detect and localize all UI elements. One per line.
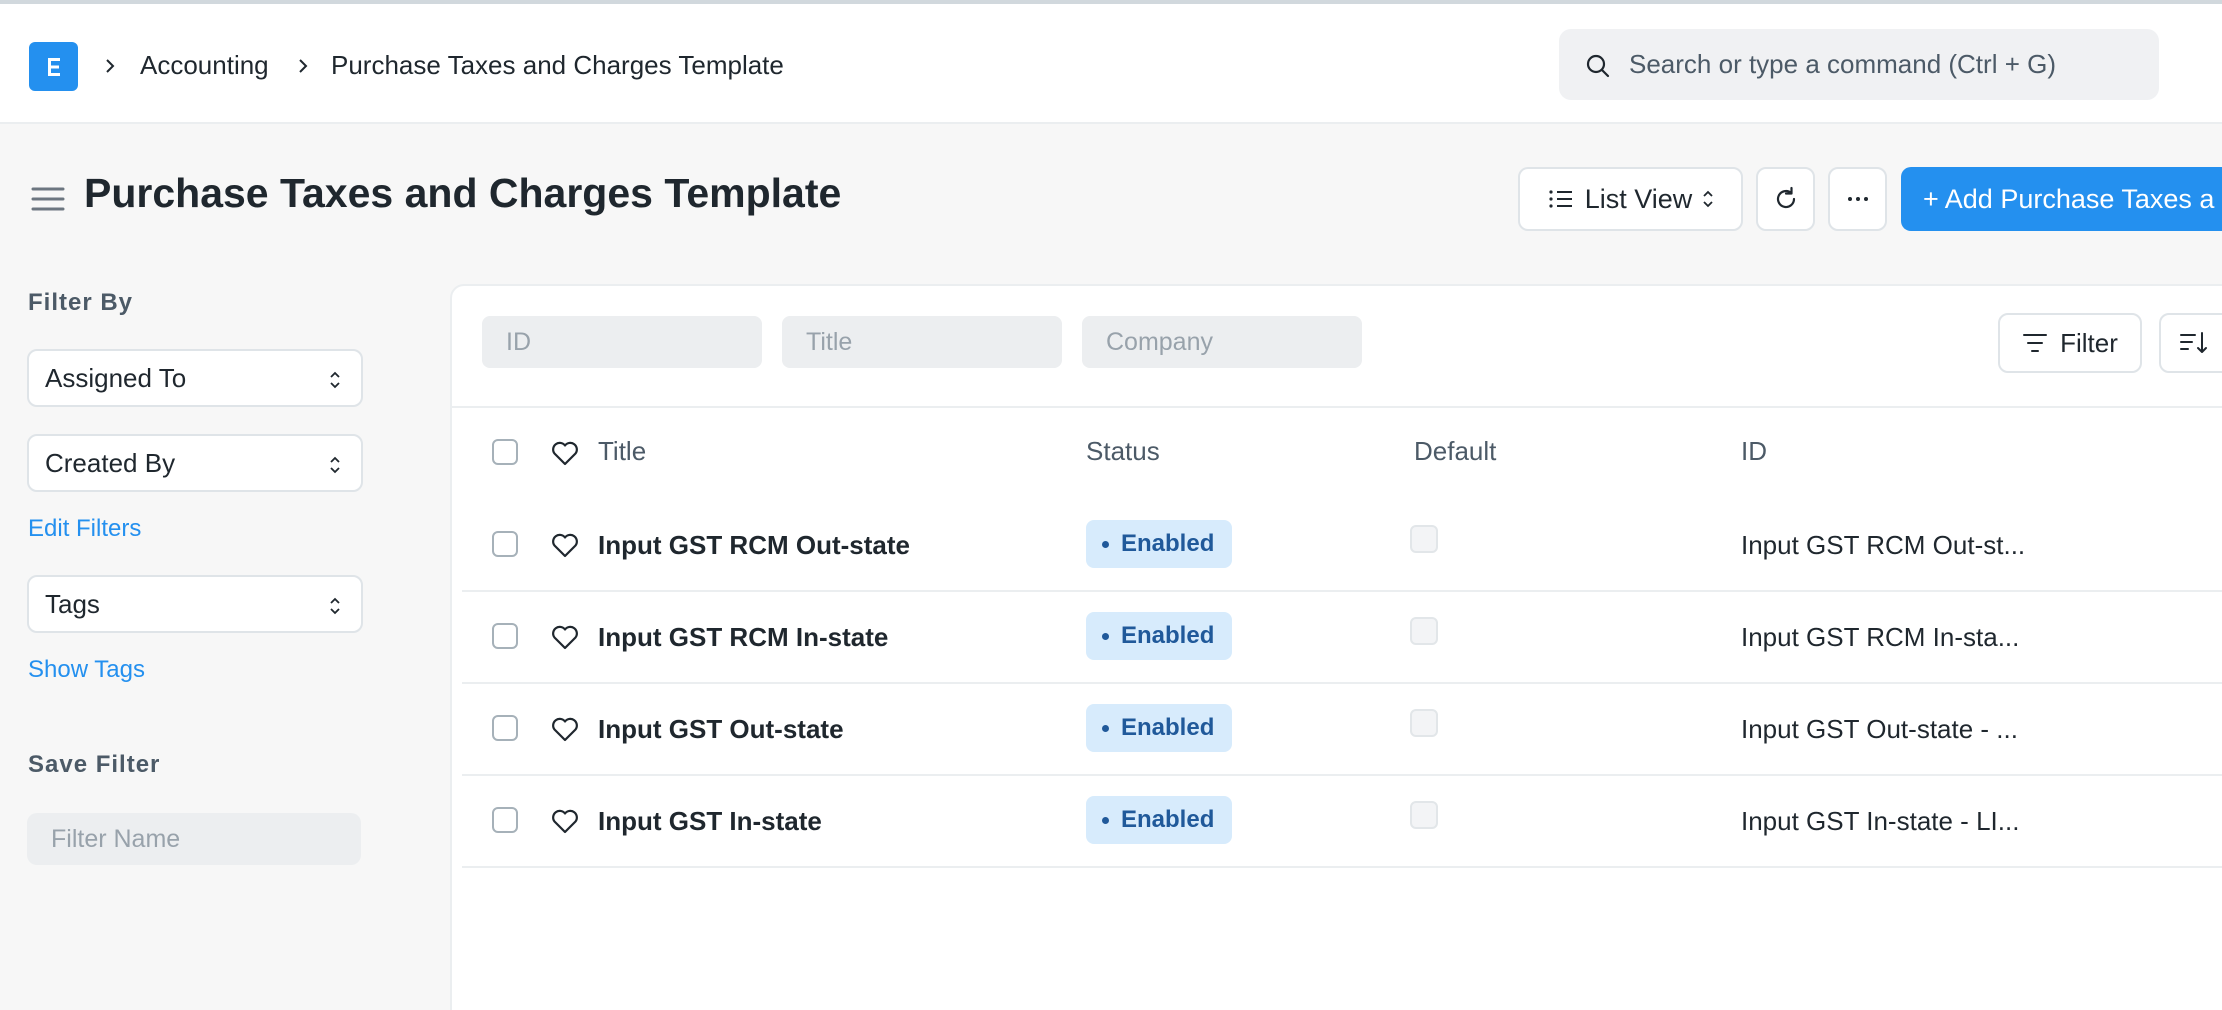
sidebar-toggle-icon[interactable] — [31, 185, 65, 213]
tags-filter[interactable]: Tags — [27, 575, 363, 633]
assigned-to-filter[interactable]: Assigned To — [27, 349, 363, 407]
row-id: Input GST Out-state - ... — [1741, 714, 2018, 744]
heart-icon[interactable] — [550, 531, 580, 559]
list-card: Filter Title Status Default ID Input GST… — [450, 284, 2222, 1010]
breadcrumb-accounting[interactable]: Accounting — [140, 50, 269, 81]
table-row[interactable]: Input GST In-state Enabled Input GST In-… — [462, 776, 2222, 868]
filter-button[interactable]: Filter — [1998, 313, 2142, 373]
status-label: Enabled — [1121, 714, 1215, 741]
table-row[interactable]: Input GST RCM In-state Enabled Input GST… — [462, 592, 2222, 684]
heart-icon[interactable] — [550, 623, 580, 651]
app-logo[interactable] — [29, 42, 78, 91]
more-actions-button[interactable] — [1828, 167, 1887, 231]
created-by-filter[interactable]: Created By — [27, 434, 363, 492]
row-id: Input GST In-state - LI... — [1741, 806, 2020, 836]
id-filter-input[interactable] — [482, 316, 762, 368]
title-filter-input[interactable] — [782, 316, 1062, 368]
row-checkbox[interactable] — [492, 531, 518, 557]
status-badge: Enabled — [1086, 704, 1233, 752]
select-all-checkbox[interactable] — [492, 439, 518, 465]
row-id: Input GST RCM Out-st... — [1741, 530, 2026, 560]
sort-icon — [2180, 332, 2207, 353]
list-view-label: List View — [1584, 183, 1693, 214]
row-title[interactable]: Input GST RCM Out-state — [598, 530, 910, 561]
row-title[interactable]: Input GST In-state — [598, 806, 822, 837]
default-checkbox — [1410, 525, 1438, 553]
table-row[interactable]: Input GST RCM Out-state Enabled Input GS… — [462, 500, 2222, 592]
more-dots-icon — [1847, 197, 1868, 201]
select-updown-icon — [330, 597, 340, 615]
default-checkbox — [1410, 617, 1438, 645]
show-tags-link[interactable]: Show Tags — [28, 656, 145, 684]
default-checkbox — [1410, 709, 1438, 737]
status-dot — [1102, 724, 1109, 732]
status-label: Enabled — [1121, 530, 1215, 557]
sort-button[interactable] — [2159, 313, 2222, 373]
created-by-label: Created By — [45, 447, 176, 478]
row-title[interactable]: Input GST RCM In-state — [598, 622, 888, 653]
tags-label: Tags — [45, 588, 100, 619]
list-icon — [1549, 190, 1572, 208]
select-updown-icon — [330, 371, 340, 389]
heart-icon[interactable] — [550, 715, 580, 743]
refresh-button[interactable] — [1756, 167, 1815, 231]
filter-button-label: Filter — [2060, 327, 2118, 358]
column-id: ID — [1741, 436, 1767, 466]
status-label: Enabled — [1121, 806, 1215, 833]
search-icon — [1586, 54, 1610, 78]
status-dot — [1102, 816, 1109, 824]
search-input[interactable] — [1629, 29, 2139, 100]
status-badge: Enabled — [1086, 612, 1233, 660]
status-dot — [1102, 540, 1109, 548]
edit-filters-link[interactable]: Edit Filters — [28, 515, 141, 543]
status-dot — [1102, 632, 1109, 640]
row-checkbox[interactable] — [492, 715, 518, 741]
company-filter-input[interactable] — [1082, 316, 1362, 368]
row-id: Input GST RCM In-sta... — [1741, 622, 2020, 652]
column-default: Default — [1414, 436, 1497, 466]
breadcrumb-chevron-icon — [293, 54, 313, 78]
breadcrumb-chevron-icon — [100, 54, 120, 78]
breadcrumb-current[interactable]: Purchase Taxes and Charges Template — [331, 50, 784, 81]
card-divider — [452, 406, 2222, 408]
filter-name-input[interactable] — [27, 813, 361, 865]
column-title[interactable]: Title — [598, 436, 646, 467]
heart-icon[interactable] — [550, 807, 580, 835]
status-badge: Enabled — [1086, 796, 1233, 844]
save-filter-label: Save Filter — [28, 751, 161, 778]
select-updown-icon — [330, 456, 340, 474]
navbar: Accounting Purchase Taxes and Charges Te… — [0, 4, 2222, 124]
heart-icon[interactable] — [550, 439, 580, 467]
row-title[interactable]: Input GST Out-state — [598, 714, 844, 745]
status-badge: Enabled — [1086, 520, 1233, 568]
search-bar[interactable] — [1559, 29, 2159, 100]
row-checkbox[interactable] — [492, 807, 518, 833]
assigned-to-label: Assigned To — [45, 362, 187, 393]
row-checkbox[interactable] — [492, 623, 518, 649]
table-row[interactable]: Input GST Out-state Enabled Input GST Ou… — [462, 684, 2222, 776]
refresh-icon — [1776, 186, 1795, 209]
erpnext-logo-icon — [47, 57, 60, 76]
status-label: Enabled — [1121, 622, 1215, 649]
filter-by-label: Filter By — [28, 289, 134, 316]
default-checkbox — [1410, 801, 1438, 829]
filter-icon — [2023, 334, 2048, 352]
add-template-button[interactable]: + Add Purchase Taxes a — [1901, 167, 2222, 231]
page-title: Purchase Taxes and Charges Template — [84, 170, 842, 216]
list-view-selector[interactable]: List View — [1518, 167, 1743, 231]
column-status: Status — [1086, 436, 1160, 466]
select-updown-icon — [1703, 190, 1713, 208]
